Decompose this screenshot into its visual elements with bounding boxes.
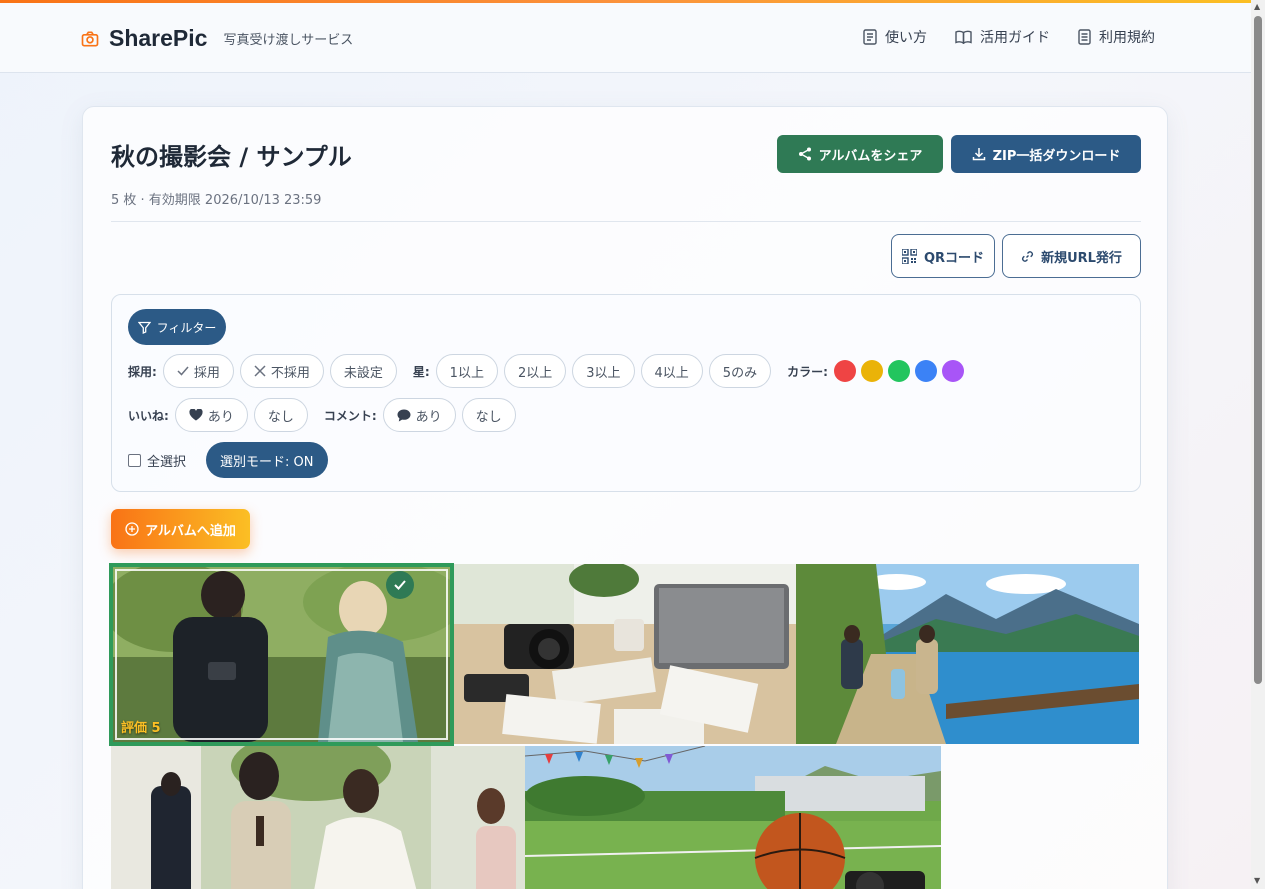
color-label: カラー: <box>787 364 828 379</box>
brand-name: SharePic <box>109 25 208 51</box>
star-filter-1[interactable]: 1以上 <box>435 354 498 388</box>
comment-option-label: なし <box>475 409 502 425</box>
selection-mode-toggle[interactable]: 選別モード: ON <box>206 442 328 478</box>
filter-row-selection: 全選択 選別モード: ON <box>128 442 328 478</box>
filter-row-like-comment: いいね: あり なし コメント: あり なし <box>128 398 522 432</box>
star-label: 星: <box>412 364 430 379</box>
adoption-option-label: 採用 <box>193 365 220 381</box>
album-meta: 5 枚 · 有効期限 2026/10/13 23:59 <box>111 193 322 208</box>
photo-thumbnail[interactable]: 評価 5 <box>109 563 454 746</box>
album-card: 秋の撮影会 / サンプル 5 枚 · 有効期限 2026/10/13 23:59… <box>82 106 1168 889</box>
scroll-up-icon[interactable]: ▲ <box>1254 2 1260 11</box>
comment-option-label: あり <box>415 409 442 425</box>
brand[interactable]: SharePic 写真受け渡しサービス <box>80 25 353 52</box>
adoption-option-label: 不採用 <box>270 365 310 381</box>
photo-thumbnail[interactable] <box>454 564 796 744</box>
photo-image <box>454 564 796 744</box>
like-label: いいね: <box>128 408 169 423</box>
checkbox-box[interactable] <box>128 453 141 467</box>
qr-code-label: QRコード <box>923 250 985 266</box>
adoption-filter-rejected[interactable]: 不採用 <box>239 354 324 388</box>
photo-thumbnail[interactable] <box>796 564 1139 744</box>
adoption-filter-adopted[interactable]: 採用 <box>162 354 234 388</box>
book-icon <box>955 30 972 44</box>
file-icon <box>1078 29 1091 45</box>
qr-code-button[interactable]: QRコード <box>891 234 995 278</box>
comment-label: コメント: <box>323 408 377 423</box>
photo-image <box>525 746 941 889</box>
comment-icon <box>397 409 411 421</box>
nav-label-terms: 利用規約 <box>1099 30 1155 46</box>
comment-filter-yes[interactable]: あり <box>382 398 456 432</box>
star-filter-3[interactable]: 3以上 <box>572 354 635 388</box>
adoption-option-label: 未設定 <box>343 365 383 381</box>
share-album-label: アルバムをシェア <box>818 148 923 164</box>
star-filter-2[interactable]: 2以上 <box>503 354 567 388</box>
color-filter-blue[interactable] <box>914 360 937 382</box>
adoption-filter-unset[interactable]: 未設定 <box>329 354 397 388</box>
color-filter-red[interactable] <box>833 360 856 382</box>
nav-item-how-to[interactable]: 使い方 <box>863 27 927 47</box>
filter-icon <box>137 321 151 334</box>
site-header: SharePic 写真受け渡しサービス 使い方 活用ガイド 利用規約 <box>0 3 1251 73</box>
qr-code-icon <box>901 248 917 264</box>
brand-tagline: 写真受け渡しサービス <box>223 33 354 48</box>
plus-circle-icon <box>125 522 139 536</box>
album-title: 秋の撮影会 / サンプル <box>111 143 352 171</box>
star-option-label: 3以上 <box>586 365 621 381</box>
zip-download-button[interactable]: ZIP一括ダウンロード <box>951 135 1141 173</box>
select-all-label: 全選択 <box>147 454 187 470</box>
color-filter-yellow[interactable] <box>860 360 883 382</box>
add-to-album-button[interactable]: アルバムへ追加 <box>111 509 250 549</box>
like-option-label: なし <box>267 409 294 425</box>
photo-thumbnail[interactable] <box>525 746 941 889</box>
photo-image <box>796 564 1139 744</box>
filter-toggle-label: フィルター <box>156 320 217 335</box>
selected-check-badge[interactable] <box>386 571 414 599</box>
link-icon <box>1022 250 1034 262</box>
select-all-checkbox[interactable]: 全選択 <box>128 451 186 470</box>
photo-thumbnail[interactable] <box>111 746 525 889</box>
share-icon <box>798 147 811 161</box>
star-option-label: 4以上 <box>654 365 689 381</box>
star-filter-4[interactable]: 4以上 <box>640 354 703 388</box>
photo-rating-label: 評価 5 <box>121 721 161 736</box>
filter-toggle-button[interactable]: フィルター <box>128 309 226 345</box>
nav-item-guide[interactable]: 活用ガイド <box>955 27 1050 47</box>
check-icon <box>177 366 189 376</box>
filter-row-adoption-stars-color: 採用: 採用 不採用 未設定 星: 1以上 2以上 3以上 4以上 5のみ カラ… <box>128 354 969 388</box>
add-to-album-label: アルバムへ追加 <box>145 523 236 539</box>
check-icon <box>394 580 406 590</box>
comment-filter-no[interactable]: なし <box>461 398 516 432</box>
adoption-label: 採用: <box>128 364 157 379</box>
like-option-label: あり <box>207 409 234 425</box>
close-icon <box>254 365 266 377</box>
new-url-button[interactable]: 新規URL発行 <box>1002 234 1141 278</box>
photo-image <box>111 746 525 889</box>
like-filter-no[interactable]: なし <box>253 398 308 432</box>
header-divider <box>111 221 1141 222</box>
nav-item-terms[interactable]: 利用規約 <box>1078 27 1155 47</box>
header-nav: 使い方 活用ガイド 利用規約 <box>863 27 1155 47</box>
color-filter-green[interactable] <box>887 360 910 382</box>
download-icon <box>972 148 985 161</box>
new-url-label: 新規URL発行 <box>1041 250 1122 266</box>
color-filter-purple[interactable] <box>941 360 964 382</box>
document-icon <box>863 29 877 45</box>
star-option-label: 1以上 <box>449 365 484 381</box>
nav-label-guide: 活用ガイド <box>980 30 1050 46</box>
star-option-label: 5のみ <box>722 365 758 381</box>
heart-icon <box>189 409 203 421</box>
scrollbar-thumb[interactable] <box>1254 16 1262 684</box>
zip-download-label: ZIP一括ダウンロード <box>992 148 1121 164</box>
star-option-label: 2以上 <box>517 365 553 381</box>
like-filter-yes[interactable]: あり <box>174 398 248 432</box>
filter-panel: フィルター 採用: 採用 不採用 未設定 星: 1以上 2以上 3以上 4以上 … <box>111 294 1141 492</box>
page-scrollbar[interactable]: ▲ ▼ <box>1251 0 1265 889</box>
scroll-down-icon[interactable]: ▼ <box>1254 876 1260 885</box>
share-album-button[interactable]: アルバムをシェア <box>777 135 943 173</box>
nav-label-how-to: 使い方 <box>885 30 927 46</box>
camera-icon <box>81 31 99 46</box>
star-filter-5[interactable]: 5のみ <box>708 354 772 388</box>
